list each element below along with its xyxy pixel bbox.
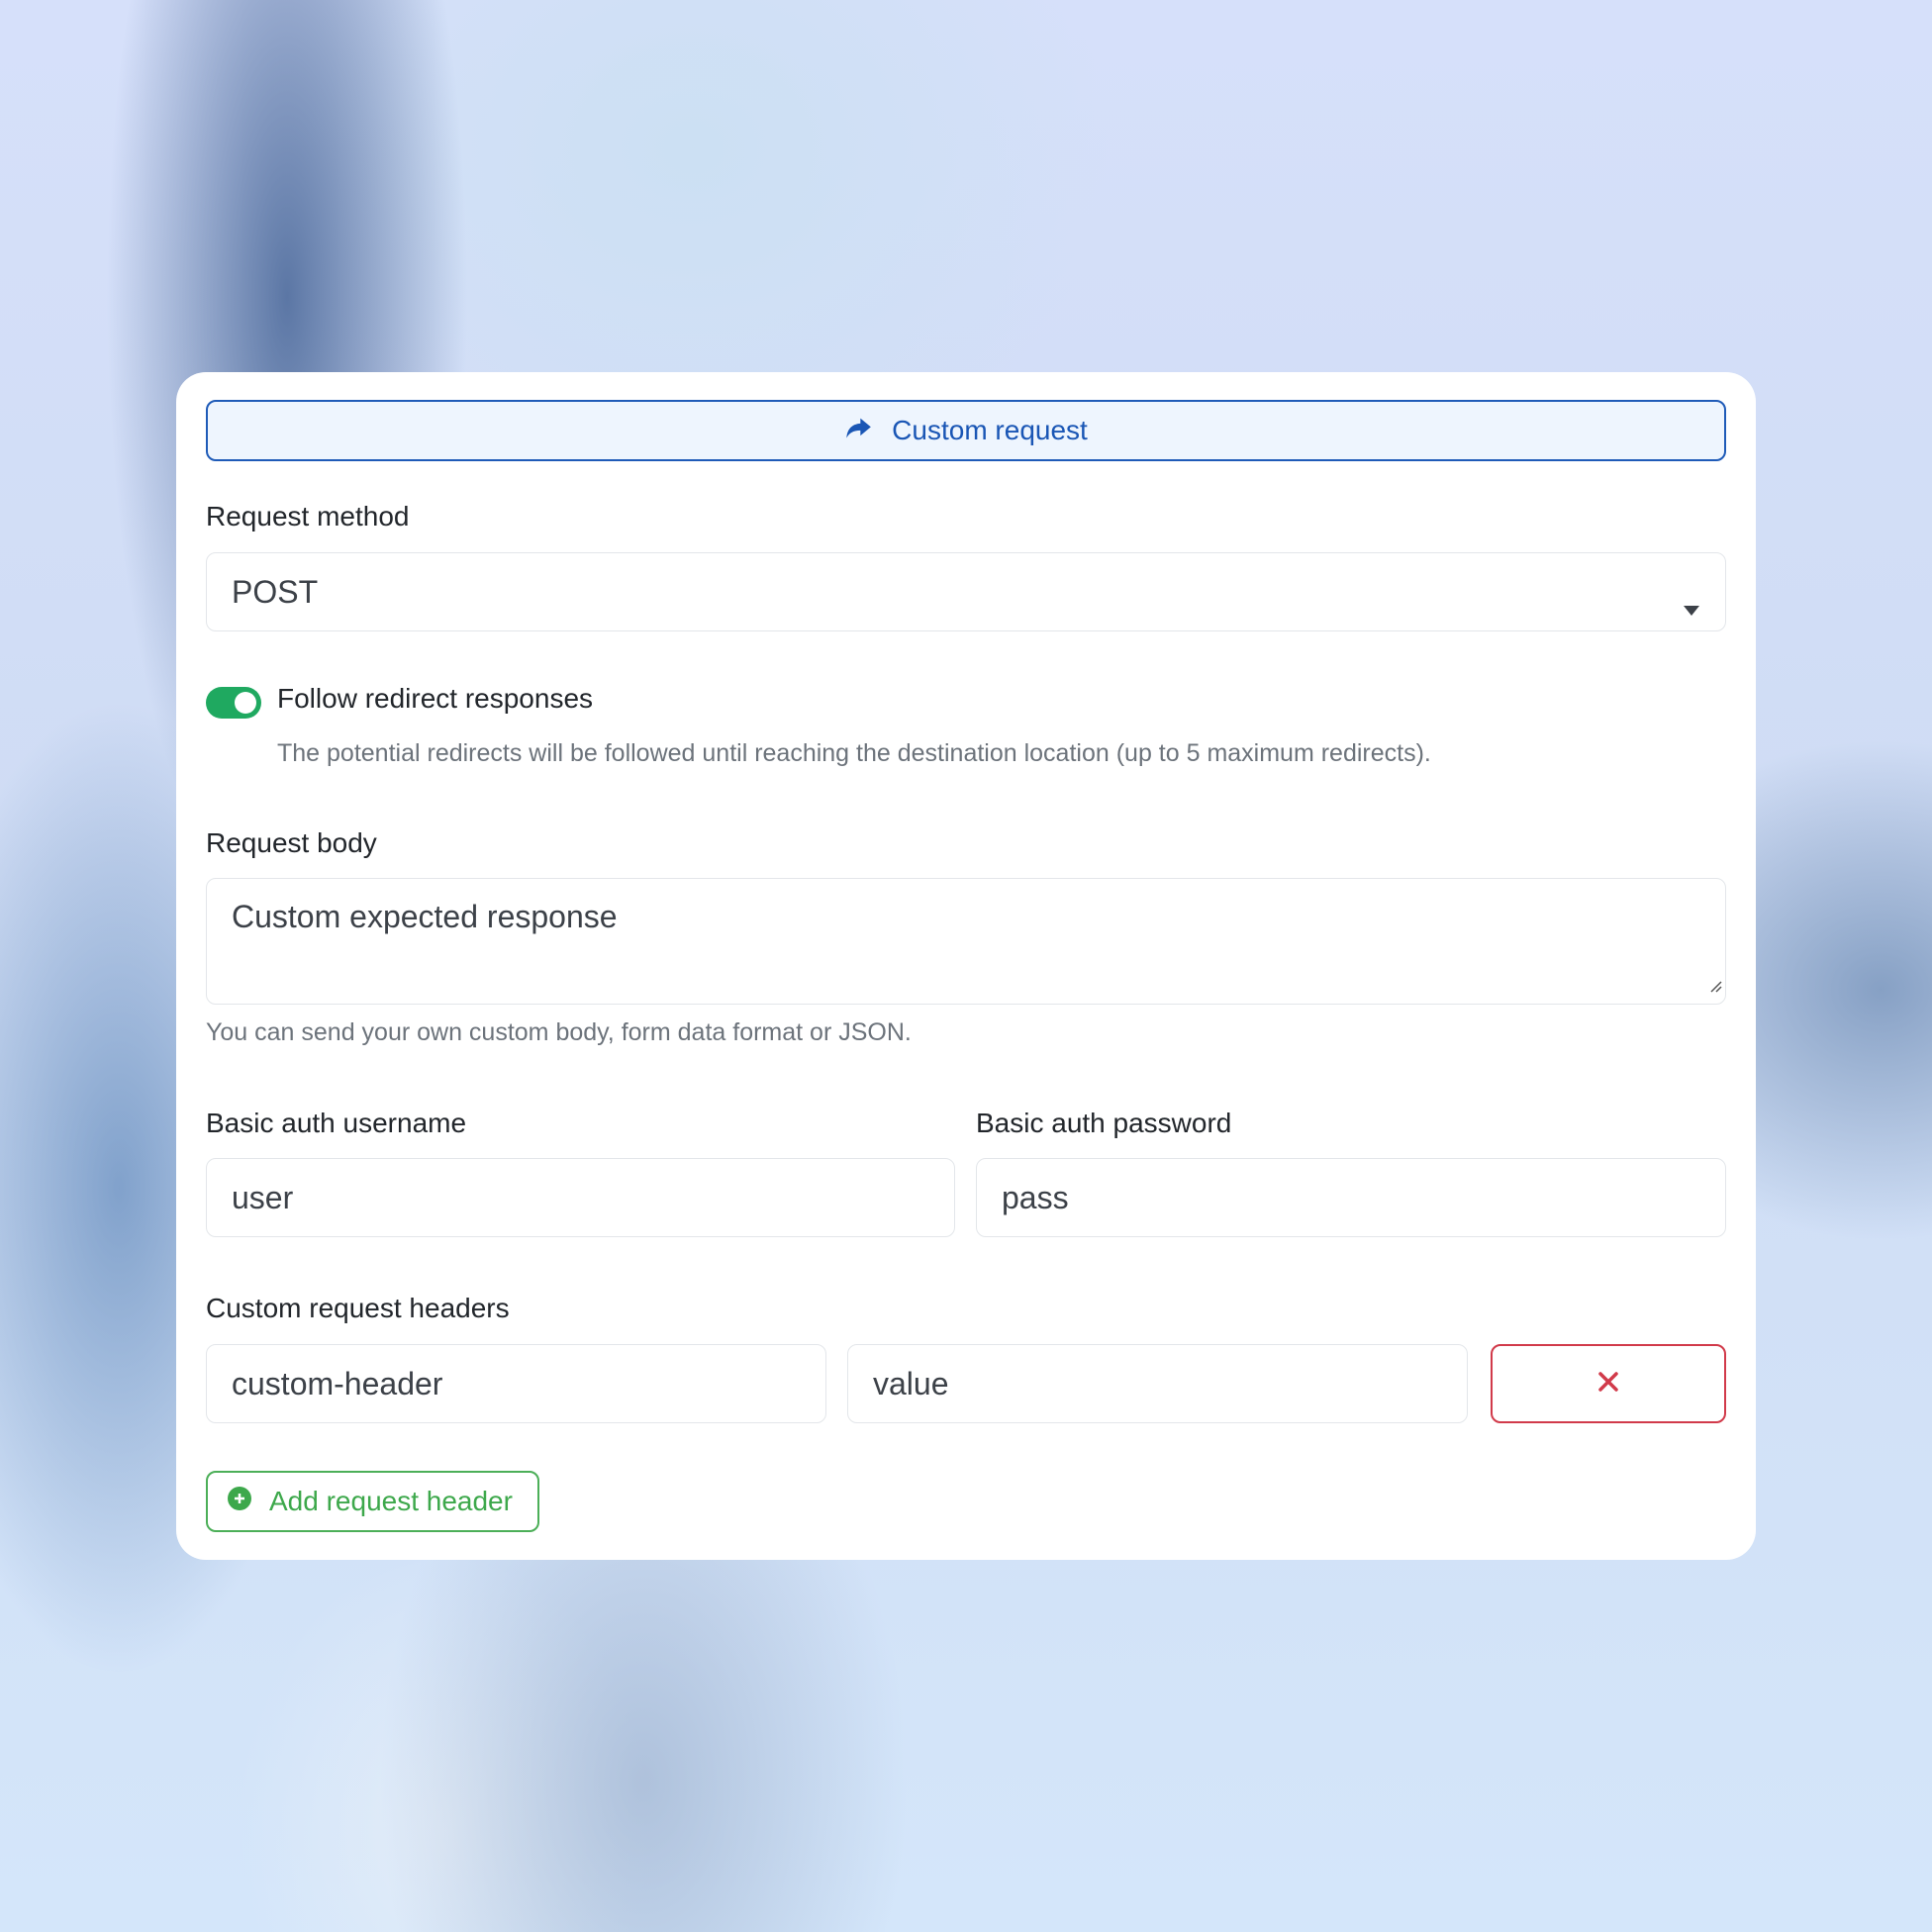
request-method-value: POST	[232, 573, 319, 610]
follow-redirects-toggle[interactable]	[206, 687, 261, 719]
request-method-select[interactable]: POST	[206, 552, 1726, 631]
custom-request-label: Custom request	[892, 415, 1088, 445]
basic-auth-password-value: pass	[1002, 1179, 1069, 1215]
basic-auth-username-value: user	[232, 1179, 294, 1215]
custom-headers-label: Custom request headers	[206, 1293, 510, 1323]
basic-auth-password-label: Basic auth password	[976, 1108, 1232, 1138]
header-value-value: value	[873, 1365, 949, 1401]
request-method-label: Request method	[206, 501, 410, 531]
follow-redirects-help: The potential redirects will be followed…	[277, 739, 1431, 767]
plus-circle-icon	[228, 1486, 251, 1517]
close-icon	[1597, 1371, 1619, 1398]
chevron-down-icon	[1684, 587, 1699, 624]
toggle-knob	[235, 692, 256, 714]
request-body-value: Custom expected response	[232, 899, 618, 934]
request-body-textarea[interactable]: Custom expected response	[206, 878, 1726, 1005]
follow-redirects-label: Follow redirect responses	[277, 683, 594, 714]
header-name-input[interactable]: custom-header	[206, 1344, 826, 1423]
basic-auth-username-label: Basic auth username	[206, 1108, 467, 1138]
custom-request-card: Custom request Request method POST Follo…	[176, 372, 1756, 1560]
header-name-value: custom-header	[232, 1365, 443, 1401]
header-value-input[interactable]: value	[847, 1344, 1468, 1423]
resize-handle-icon[interactable]	[1708, 964, 1722, 1001]
remove-header-button[interactable]	[1491, 1344, 1726, 1423]
share-arrow-icon	[844, 414, 872, 448]
basic-auth-password-input[interactable]: pass	[976, 1158, 1726, 1237]
basic-auth-username-input[interactable]: user	[206, 1158, 955, 1237]
add-request-header-button[interactable]: Add request header	[206, 1471, 539, 1532]
add-request-header-label: Add request header	[269, 1486, 513, 1516]
custom-request-button[interactable]: Custom request	[206, 400, 1726, 461]
request-body-label: Request body	[206, 827, 377, 858]
request-body-help: You can send your own custom body, form …	[206, 1018, 912, 1046]
